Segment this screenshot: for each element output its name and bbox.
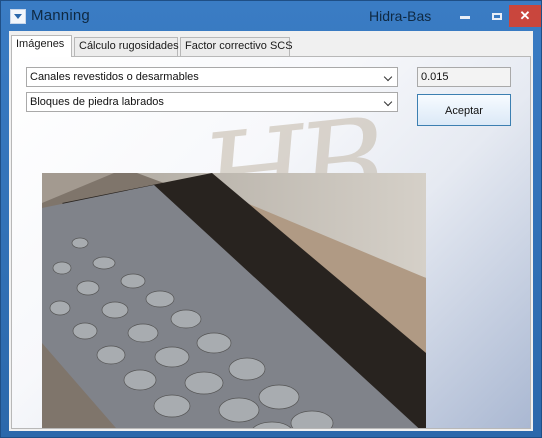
chevron-down-icon (383, 72, 393, 82)
tab-factor-correctivo-scs[interactable]: Factor correctivo SCS (180, 37, 293, 56)
maximize-button[interactable] (483, 5, 511, 27)
maximize-icon (492, 12, 502, 20)
images-tab-panel: HB Canales revestidos o desarmables Bloq… (11, 56, 531, 429)
channel-type-value: Canales revestidos o desarmables (30, 71, 199, 83)
minimize-icon (460, 15, 470, 19)
minimize-button[interactable] (451, 5, 479, 27)
material-value: Bloques de piedra labrados (30, 96, 164, 108)
stone-lined-channel-photo (42, 173, 426, 428)
title-bar[interactable]: Manning Hidra-Bas ✕ (1, 1, 541, 31)
material-select[interactable]: Bloques de piedra labrados (26, 92, 398, 112)
close-button[interactable]: ✕ (509, 5, 541, 27)
close-icon: ✕ (519, 8, 531, 23)
app-name: Hidra-Bas (369, 8, 432, 24)
tab-imagenes[interactable]: Imágenes (11, 35, 72, 57)
window-title: Manning (31, 7, 90, 24)
window: Manning Hidra-Bas ✕ Imágenes Cálculo rug… (0, 0, 542, 438)
app-icon (10, 9, 26, 24)
coefficient-field[interactable]: 0.015 (417, 67, 511, 87)
main-form: Imágenes Cálculo rugosidades Factor corr… (9, 31, 533, 431)
tab-calculo-rugosidades[interactable]: Cálculo rugosidades (74, 37, 179, 56)
channel-type-select[interactable]: Canales revestidos o desarmables (26, 67, 398, 87)
accept-button[interactable]: Aceptar (417, 94, 511, 126)
chevron-down-icon (383, 97, 393, 107)
